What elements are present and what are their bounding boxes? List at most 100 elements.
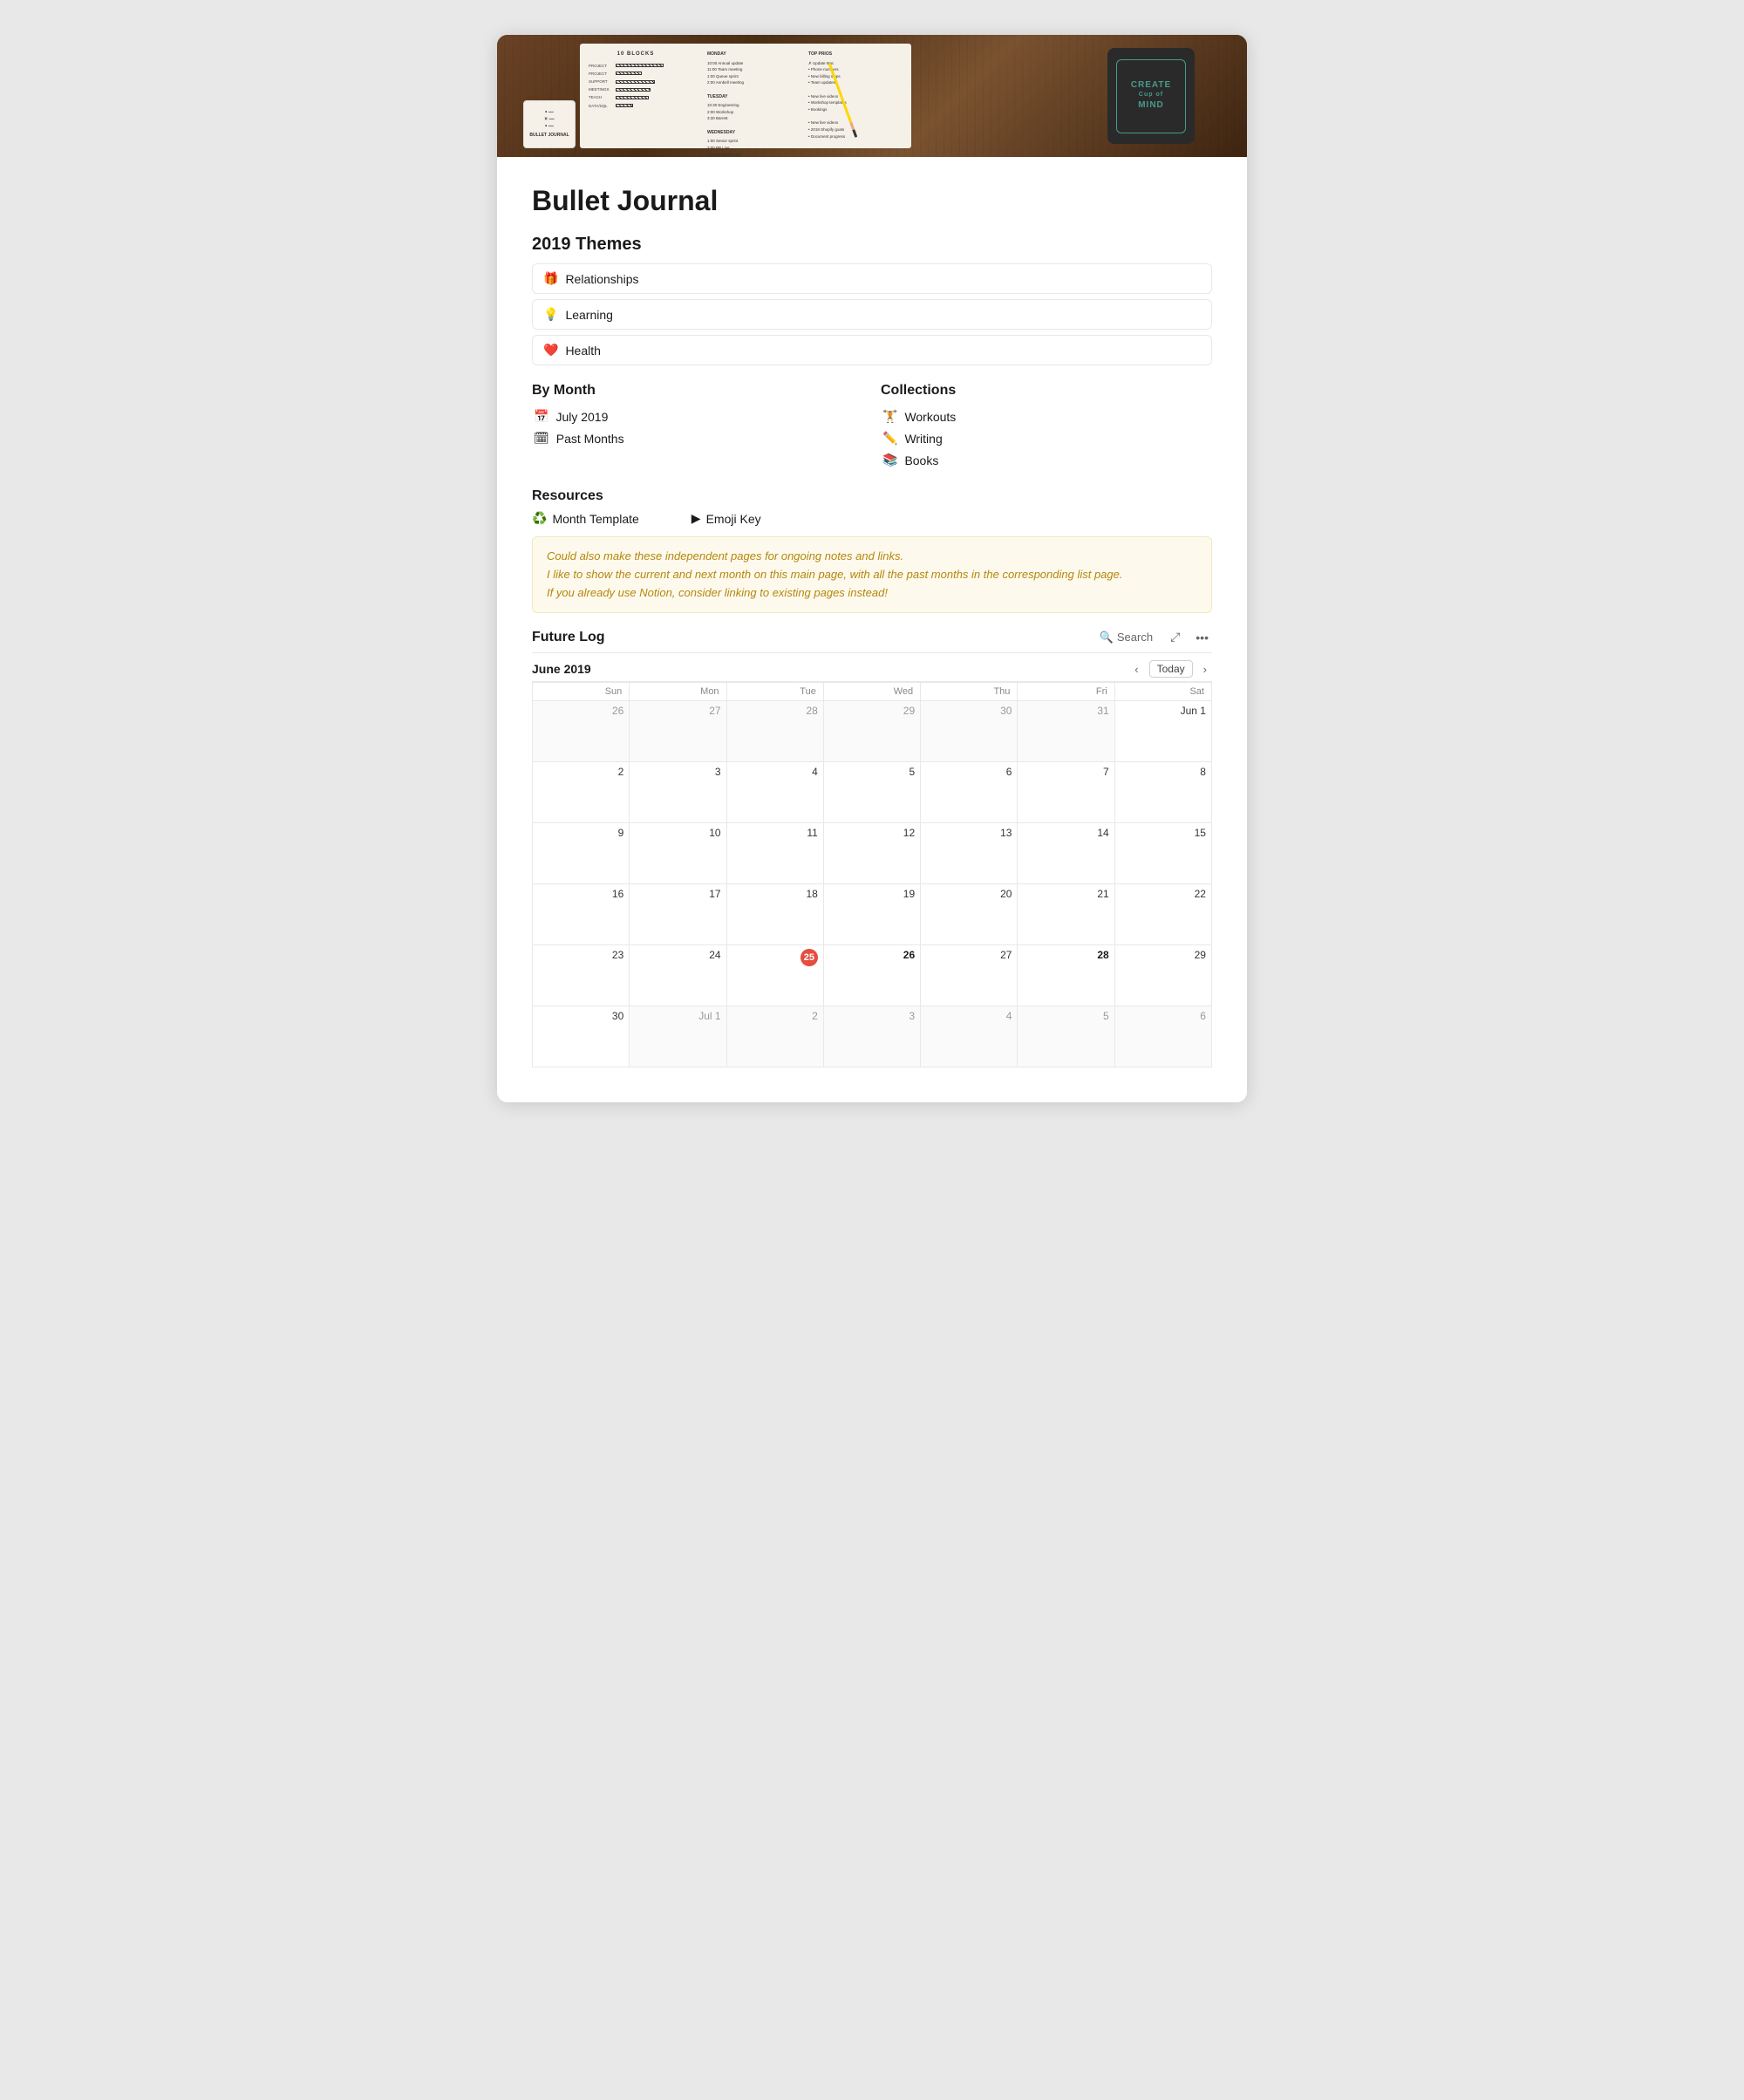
theme-health-icon: ❤️ [543,343,558,358]
calendar-day-number: 20 [926,888,1012,900]
calendar-cell[interactable]: 5 [1018,1006,1114,1067]
writing-icon: ✏️ [882,431,897,446]
calendar-cell[interactable]: 4 [727,762,824,823]
calendar-day-number: 9 [538,827,623,839]
calendar-cell[interactable]: 13 [921,823,1018,884]
calendar-cell[interactable]: 21 [1018,884,1114,945]
month-collections-section: By Month 📅 July 2019 🗓 Past Months Colle… [532,383,1212,471]
calendar-cell[interactable]: 6 [921,762,1018,823]
collections-col: Collections 🏋 Workouts ✏️ Writing 📚 Book… [881,383,1212,471]
cal-today-button[interactable]: Today [1149,660,1193,678]
calendar-day-number: 16 [538,888,623,900]
search-label: Search [1117,631,1153,644]
calendar-cell[interactable]: 2 [727,1006,824,1067]
calendar-cell[interactable]: 26 [533,701,630,762]
dow-fri: Fri [1018,683,1114,701]
calendar-cell[interactable]: 3 [630,762,726,823]
calendar-day-number: 24 [635,949,720,961]
theme-learning[interactable]: 💡 Learning [532,299,1212,330]
july-2019-link[interactable]: 📅 July 2019 [532,406,863,427]
calendar-cell[interactable]: Jun 1 [1115,701,1212,762]
calendar-cell[interactable]: 19 [824,884,921,945]
calendar-cell[interactable]: 6 [1115,1006,1212,1067]
calendar-day-number: 17 [635,888,720,900]
calendar-cell[interactable]: 12 [824,823,921,884]
calendar-day-number: 6 [926,766,1012,778]
calendar-day-number: 23 [538,949,623,961]
calendar-cell[interactable]: 3 [824,1006,921,1067]
calendar-day-number: 30 [926,705,1012,717]
calendar-cell[interactable]: 4 [921,1006,1018,1067]
calendar-day-number: 3 [829,1010,915,1022]
dow-tue: Tue [727,683,824,701]
calendar-day-number: 26 [829,949,915,961]
theme-learning-icon: 💡 [543,307,558,322]
calendar-cell[interactable]: 18 [727,884,824,945]
calendar-cell[interactable]: 28 [727,701,824,762]
books-link[interactable]: 📚 Books [881,449,1212,471]
calendar-day-number: 5 [1023,1010,1108,1022]
emoji-key-icon: ▶ [691,511,701,526]
calendar-cell[interactable]: 11 [727,823,824,884]
cal-prev-button[interactable]: ‹ [1129,661,1143,678]
calendar-cell[interactable]: Jul 1 [630,1006,726,1067]
calendar-cell[interactable]: 20 [921,884,1018,945]
calendar-cell[interactable]: 14 [1018,823,1114,884]
calendar-cell[interactable]: 25 [727,945,824,1006]
by-month-col: By Month 📅 July 2019 🗓 Past Months [532,383,863,471]
calendar-cell[interactable]: 15 [1115,823,1212,884]
calendar-cell[interactable]: 26 [824,945,921,1006]
calendar-cell[interactable]: 2 [533,762,630,823]
calendar-cell[interactable]: 17 [630,884,726,945]
calendar-cell[interactable]: 30 [921,701,1018,762]
calendar-cell[interactable]: 10 [630,823,726,884]
calendar-cell[interactable]: 7 [1018,762,1114,823]
cal-next-button[interactable]: › [1198,661,1212,678]
expand-icon[interactable]: ⤢ [1167,627,1183,647]
month-template-icon: ♻️ [532,511,547,526]
writing-link[interactable]: ✏️ Writing [881,427,1212,449]
calendar-cell[interactable]: 16 [533,884,630,945]
calendar-grid: Sun Mon Tue Wed Thu Fri Sat 262728293031… [532,682,1212,1067]
banner-notebook: 10 BLOCKS PROJECT PROJECT SUPPORT MEETIN… [580,44,911,148]
search-button[interactable]: 🔍 Search [1094,628,1158,647]
calendar-cell[interactable]: 31 [1018,701,1114,762]
past-months-icon: 🗓 [534,431,549,446]
past-months-link[interactable]: 🗓 Past Months [532,427,863,449]
calendar-month-title: June 2019 [532,662,591,676]
workouts-label: Workouts [904,410,956,424]
by-month-title: By Month [532,383,863,399]
calendar-cell[interactable]: 22 [1115,884,1212,945]
calendar-cell[interactable]: 24 [630,945,726,1006]
calendar-cell[interactable]: 29 [1115,945,1212,1006]
calendar-cell[interactable]: 23 [533,945,630,1006]
calendar-cell[interactable]: 29 [824,701,921,762]
workouts-link[interactable]: 🏋 Workouts [881,406,1212,427]
calendar-cell[interactable]: 5 [824,762,921,823]
emoji-key-link[interactable]: ▶ Emoji Key [691,511,761,526]
collections-title: Collections [881,383,1212,399]
calendar-day-number: 29 [829,705,915,717]
more-options-icon[interactable]: ••• [1192,628,1212,647]
emoji-key-label: Emoji Key [706,512,761,526]
dow-sun: Sun [533,683,630,701]
calendar-cell[interactable]: 27 [630,701,726,762]
future-log-title: Future Log [532,630,605,645]
calendar-cell[interactable]: 27 [921,945,1018,1006]
calendar-cell[interactable]: 8 [1115,762,1212,823]
sticker-text: CREATE Cup of MIND [1116,59,1186,133]
calendar-day-number: 22 [1121,888,1206,900]
calendar-cell[interactable]: 30 [533,1006,630,1067]
notice-line-1: Could also make these independent pages … [547,548,1197,566]
calendar-day-number: 14 [1023,827,1108,839]
month-template-link[interactable]: ♻️ Month Template [532,511,639,526]
calendar-cell[interactable]: 28 [1018,945,1114,1006]
theme-health[interactable]: ❤️ Health [532,335,1212,365]
theme-relationships[interactable]: 🎁 Relationships [532,263,1212,294]
calendar-cell[interactable]: 9 [533,823,630,884]
dow-sat: Sat [1115,683,1212,701]
resources-title: Resources [532,488,1212,504]
calendar-nav: ‹ Today › [1129,660,1212,678]
page-content: Bullet Journal 2019 Themes 🎁 Relationshi… [497,157,1247,1102]
notice-line-2: I like to show the current and next mont… [547,566,1197,584]
